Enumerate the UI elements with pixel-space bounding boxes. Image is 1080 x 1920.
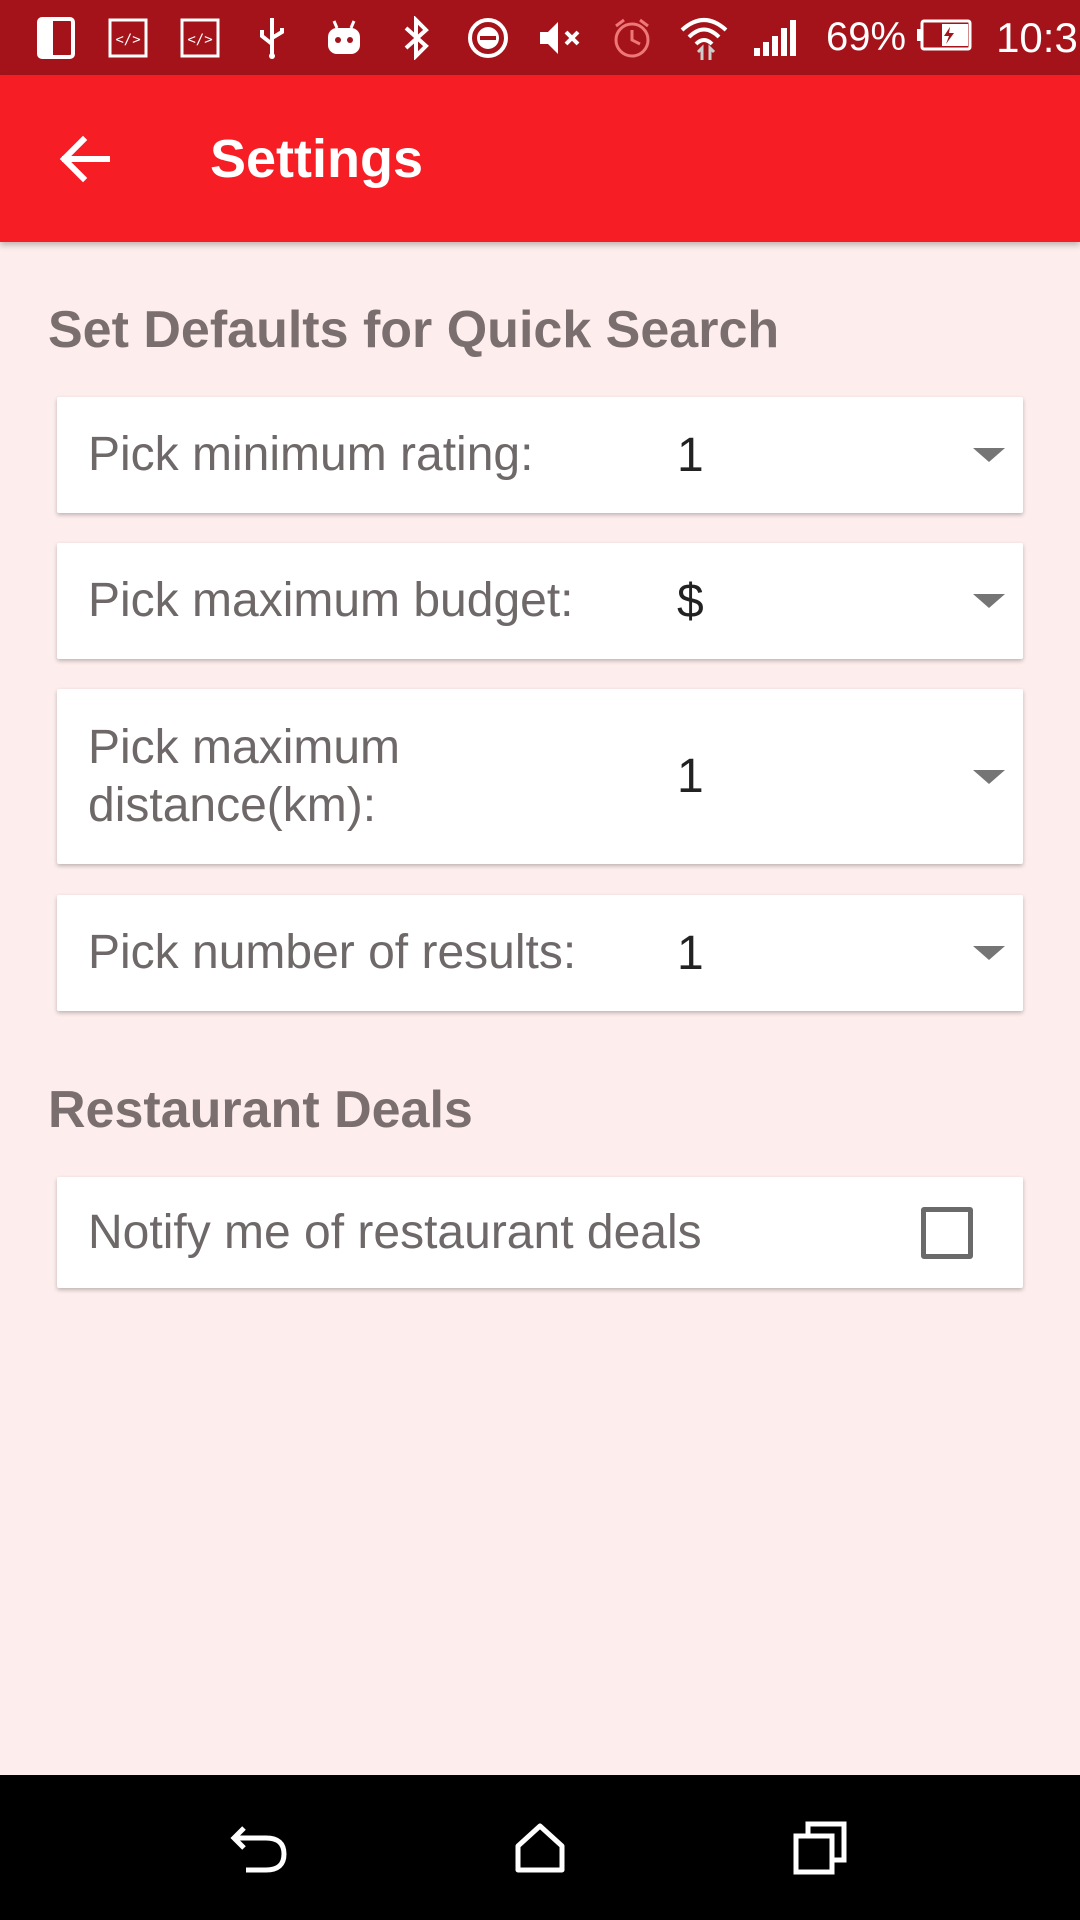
max-budget-dropdown[interactable]: Pick maximum budget: $ (57, 543, 1023, 659)
page-title: Settings (210, 128, 424, 189)
svg-text:</>: </> (187, 32, 212, 48)
notify-deals-checkbox[interactable] (921, 1206, 973, 1259)
chevron-down-icon (973, 594, 1005, 608)
notify-deals-label: Notify me of restaurant deals (88, 1206, 702, 1259)
signal-icon (750, 8, 802, 68)
deals-heading: Restaurant Deals (48, 1081, 473, 1139)
num-results-value: 1 (677, 926, 704, 980)
home-icon (515, 1823, 565, 1872)
bluetooth-icon (390, 8, 442, 68)
dnd-icon (462, 8, 514, 68)
min-rating-label: Pick minimum rating: (88, 428, 534, 481)
status-bar: </> </> 69% 10:3 (0, 0, 1080, 75)
num-results-label: Pick number of results: (88, 926, 577, 979)
arrow-left-icon (59, 135, 110, 182)
status-icons: </> </> (30, 8, 822, 68)
max-distance-value: 1 (677, 750, 704, 803)
navigation-bar (0, 1775, 1080, 1920)
recents-icon (793, 1821, 847, 1874)
recents-nav-button[interactable] (780, 1808, 860, 1888)
mute-icon (534, 8, 586, 68)
num-results-dropdown[interactable]: Pick number of results: 1 (57, 895, 1023, 1011)
back-nav-icon (230, 1825, 287, 1872)
chevron-down-icon (973, 769, 1005, 784)
back-nav-button[interactable] (220, 1808, 300, 1888)
usb-icon (246, 8, 298, 68)
battery-icon (916, 19, 974, 56)
min-rating-value: 1 (677, 428, 704, 482)
max-distance-label: Pick maximum distance(km): (88, 720, 401, 832)
battery-percent: 69% (826, 15, 907, 59)
phone-icon (30, 8, 82, 68)
notify-deals-row[interactable]: Notify me of restaurant deals (57, 1177, 1023, 1288)
min-rating-dropdown[interactable]: Pick minimum rating: 1 (57, 397, 1023, 513)
chevron-down-icon (973, 448, 1005, 462)
alarm-icon (606, 8, 658, 68)
max-budget-label: Pick maximum budget: (88, 574, 574, 627)
max-budget-value: $ (677, 574, 704, 628)
status-right: 69% 10:31 (822, 14, 1080, 62)
chevron-down-icon (973, 946, 1005, 960)
home-nav-button[interactable] (500, 1808, 580, 1888)
quick-search-heading: Set Defaults for Quick Search (48, 301, 780, 359)
max-distance-dropdown[interactable]: Pick maximum distance(km): 1 (57, 689, 1023, 864)
back-button[interactable] (50, 124, 120, 194)
clock: 10:31 (996, 13, 1080, 61)
android-icon (318, 8, 370, 68)
app-bar: Settings (0, 75, 1080, 242)
code-icon: </> (174, 8, 226, 68)
code-icon: </> (102, 8, 154, 68)
svg-text:</>: </> (115, 32, 140, 48)
wifi-icon (678, 8, 730, 68)
